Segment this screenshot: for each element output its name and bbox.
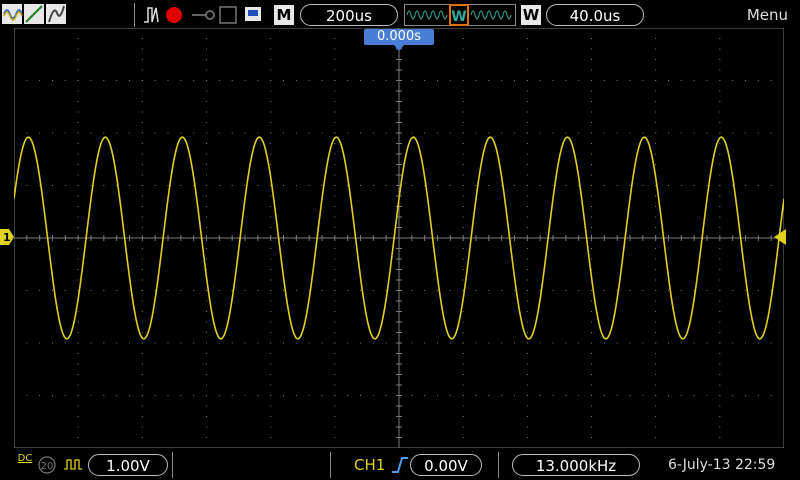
memory-window-bar[interactable]: W bbox=[404, 4, 516, 26]
trigger-position-marker[interactable]: 0.000s bbox=[364, 29, 434, 51]
menu-button[interactable]: Menu bbox=[747, 6, 788, 24]
separator bbox=[498, 452, 499, 478]
separator bbox=[134, 3, 135, 27]
window-marker: W bbox=[451, 9, 466, 25]
rising-edge-icon[interactable] bbox=[390, 454, 410, 476]
trigger-level-marker[interactable] bbox=[770, 229, 786, 245]
acquisition-icons bbox=[144, 6, 261, 24]
trigger-channel-label[interactable]: CH1 bbox=[354, 456, 385, 474]
separator bbox=[330, 452, 331, 478]
volts-per-div-readout[interactable]: 1.00V bbox=[88, 454, 168, 476]
stop-record-icon bbox=[166, 7, 182, 23]
frequency-readout: 13.000kHz bbox=[512, 454, 640, 476]
trigger-level-readout[interactable]: 0.00V bbox=[410, 454, 482, 476]
window-timebase-readout[interactable]: 40.0us bbox=[546, 4, 644, 26]
top-status-bar: M 200us W W 40.0us Menu bbox=[0, 0, 800, 30]
mode-indicator[interactable]: M bbox=[274, 5, 294, 25]
coupling-indicator[interactable]: DC bbox=[16, 453, 34, 464]
bw-and-invert-icons: 20 bbox=[38, 456, 82, 474]
timebase-readout[interactable]: 200us bbox=[300, 4, 398, 26]
scope-display bbox=[14, 28, 784, 448]
ch1-level-marker[interactable]: 1 bbox=[0, 229, 14, 245]
window-indicator[interactable]: W bbox=[521, 5, 541, 25]
key-lock-icon bbox=[192, 10, 215, 20]
trace-icons bbox=[2, 4, 66, 24]
bottom-status-bar: DC 20 1.00V CH1 0.00V 13.000kHz 6-July-1… bbox=[0, 450, 800, 480]
invert-icon bbox=[64, 459, 82, 470]
save-icon bbox=[219, 6, 237, 24]
datetime: 6-July-13 22:59 bbox=[668, 457, 776, 473]
bw-limit-label: 20 bbox=[41, 461, 54, 472]
ch1-marker-label: 1 bbox=[3, 231, 11, 244]
trigger-mode-icon bbox=[144, 7, 159, 23]
separator bbox=[172, 452, 173, 478]
